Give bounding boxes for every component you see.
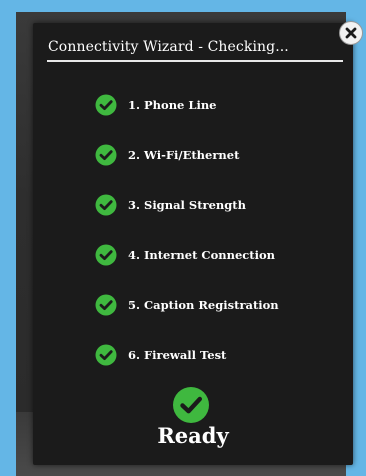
check-label: 5. Caption Registration xyxy=(128,298,279,312)
check-circle-icon xyxy=(95,244,117,266)
check-item-internet-connection: 4. Internet Connection xyxy=(95,243,275,267)
title-divider xyxy=(47,60,343,62)
check-label: 6. Firewall Test xyxy=(128,348,227,362)
check-label: 4. Internet Connection xyxy=(128,248,276,262)
check-label: 2. Wi-Fi/Ethernet xyxy=(128,148,240,162)
close-icon xyxy=(345,27,357,39)
check-circle-icon xyxy=(95,344,117,366)
check-circle-icon xyxy=(95,144,117,166)
dialog-title: Connectivity Wizard - Checking... xyxy=(48,39,289,55)
check-item-phone-line: 1. Phone Line xyxy=(95,93,217,117)
check-circle-icon xyxy=(95,194,117,216)
ready-status-label: Ready xyxy=(157,423,229,448)
check-item-signal-strength: 3. Signal Strength xyxy=(95,193,246,217)
check-circle-icon xyxy=(95,94,117,116)
ready-check-icon xyxy=(173,387,209,423)
close-button[interactable] xyxy=(339,21,363,45)
check-circle-icon xyxy=(95,294,117,316)
connectivity-wizard-dialog: Connectivity Wizard - Checking... 1. Pho… xyxy=(33,23,353,465)
check-label: 1. Phone Line xyxy=(128,98,217,112)
check-item-firewall-test: 6. Firewall Test xyxy=(95,343,226,367)
check-item-caption-registration: 5. Caption Registration xyxy=(95,293,279,317)
check-item-wifi-ethernet: 2. Wi-Fi/Ethernet xyxy=(95,143,239,167)
check-label: 3. Signal Strength xyxy=(128,198,246,212)
